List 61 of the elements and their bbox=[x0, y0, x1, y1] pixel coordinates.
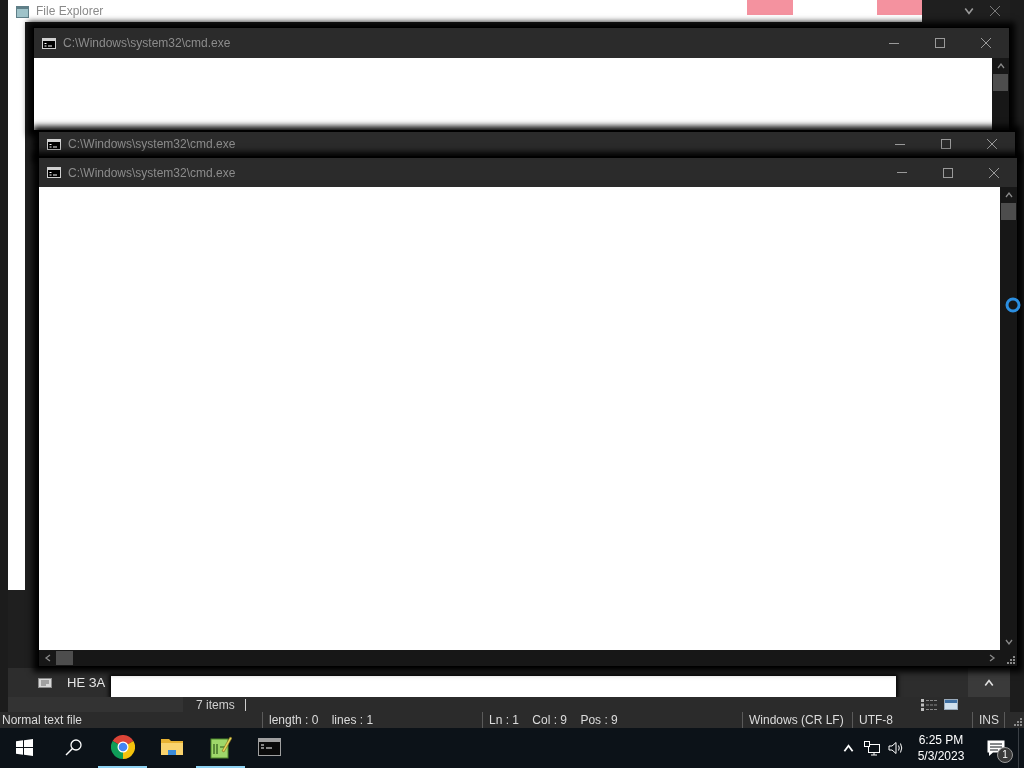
chevron-left-icon bbox=[43, 654, 52, 662]
status-field: UTF-8 bbox=[859, 713, 893, 727]
thumbnail-icon bbox=[38, 677, 52, 688]
window-icon bbox=[16, 6, 29, 18]
resize-grip-icon bbox=[1013, 717, 1022, 726]
item-count: 7 items bbox=[196, 696, 235, 714]
scrollbar-thumb[interactable] bbox=[1001, 203, 1016, 220]
resize-grip-icon bbox=[1006, 655, 1015, 664]
window-title: File Explorer bbox=[36, 4, 104, 18]
chevron-up-icon bbox=[1004, 191, 1013, 199]
scrollbar-thumb[interactable] bbox=[993, 74, 1008, 91]
notification-count: 1 bbox=[997, 747, 1013, 763]
details-view-icon[interactable] bbox=[921, 698, 937, 711]
scrollbar-thumb[interactable] bbox=[56, 651, 73, 665]
minimize-icon bbox=[889, 42, 899, 44]
console-area[interactable] bbox=[34, 58, 992, 130]
close-icon bbox=[981, 38, 991, 48]
browser-icon bbox=[110, 735, 135, 759]
terminal-icon bbox=[47, 167, 61, 178]
chevron-up-icon bbox=[996, 62, 1005, 70]
collapse-button[interactable] bbox=[968, 668, 1010, 697]
window-title: C:\Windows\system32\cmd.exe bbox=[68, 136, 236, 153]
status-field: Normal text file bbox=[2, 713, 83, 727]
chevron-down-icon bbox=[964, 6, 974, 16]
close-icon[interactable] bbox=[990, 6, 1000, 16]
terminal-icon bbox=[258, 738, 281, 756]
speaker-icon bbox=[888, 741, 904, 755]
maximize-icon bbox=[935, 38, 945, 48]
status-field: INS bbox=[979, 713, 999, 727]
notepad-icon bbox=[209, 735, 232, 759]
minimize-icon bbox=[897, 172, 907, 173]
close-icon bbox=[989, 167, 999, 178]
folder-icon bbox=[160, 738, 183, 756]
maximize-icon bbox=[943, 167, 953, 178]
status-field: Ln : 1 Col : 9 Pos : 9 bbox=[489, 713, 618, 727]
loading-ring-icon bbox=[1005, 297, 1021, 313]
minimize-icon bbox=[895, 143, 905, 145]
search-icon bbox=[65, 738, 82, 756]
status-field: Windows (CR LF) bbox=[749, 713, 844, 727]
terminal-icon bbox=[42, 37, 56, 49]
vertical-scrollbar[interactable] bbox=[1000, 187, 1017, 650]
start-icon bbox=[16, 738, 33, 756]
chevron-up-icon bbox=[984, 677, 994, 688]
window-title: C:\Windows\system32\cmd.exe bbox=[63, 35, 231, 52]
window-title: C:\Windows\system32\cmd.exe bbox=[68, 164, 236, 182]
notifications-button[interactable]: 1 bbox=[974, 728, 1018, 768]
status-text: НЕ ЗА bbox=[67, 673, 106, 692]
vertical-scrollbar[interactable] bbox=[992, 58, 1009, 130]
glitch-block bbox=[747, 0, 793, 15]
glitch-block bbox=[877, 0, 922, 15]
chevron-up-icon bbox=[842, 742, 854, 754]
terminal-icon bbox=[47, 138, 61, 150]
close-icon bbox=[987, 139, 997, 149]
large-icons-view-icon[interactable] bbox=[944, 699, 958, 710]
chevron-down-icon bbox=[1004, 638, 1013, 646]
network-icon bbox=[864, 740, 880, 756]
chevron-right-icon bbox=[987, 654, 996, 662]
clock[interactable]: 6:25 PM 5/3/2023 bbox=[908, 728, 974, 768]
maximize-icon bbox=[941, 139, 951, 149]
horizontal-scrollbar[interactable] bbox=[39, 650, 1000, 666]
status-field: length : 0 lines : 1 bbox=[269, 713, 374, 727]
